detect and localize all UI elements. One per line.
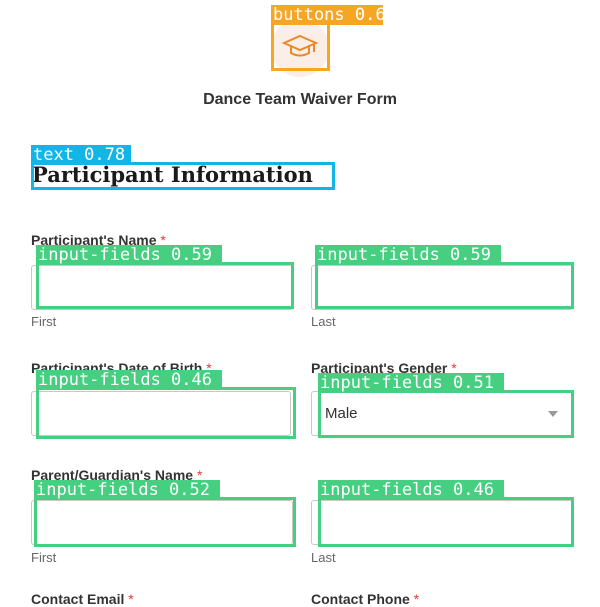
required-asterisk: * — [128, 591, 134, 607]
detection-box-guardian-first — [34, 497, 296, 547]
detection-box-logo-button — [271, 22, 330, 71]
required-asterisk: * — [413, 591, 420, 607]
detection-box-dob — [36, 387, 296, 439]
contact-email-label-text: Contact Email — [31, 591, 125, 607]
contact-email-label: Contact Email * — [31, 591, 134, 607]
detection-label-guardian-first: input-fields 0.52 — [34, 480, 220, 500]
last-sublabel: Last — [311, 550, 336, 565]
detection-label-section-text: text 0.78 — [31, 145, 131, 165]
detection-box-name-first — [36, 262, 294, 309]
detection-label-guardian-last: input-fields 0.46 — [318, 480, 504, 500]
detection-box-gender — [318, 390, 574, 438]
contact-phone-label-text: Contact Phone — [311, 591, 410, 607]
detection-label-name-first: input-fields 0.59 — [36, 245, 222, 265]
detection-box-section-text — [31, 162, 335, 190]
detection-label-name-last: input-fields 0.59 — [315, 245, 501, 265]
first-sublabel: First — [31, 314, 57, 329]
contact-phone-label: Contact Phone * — [311, 591, 419, 607]
form-title: Dance Team Waiver Form — [203, 91, 397, 108]
detection-box-guardian-last — [318, 497, 574, 547]
detection-label-gender: input-fields 0.51 — [318, 373, 504, 393]
last-sublabel: Last — [311, 314, 336, 329]
detection-box-name-last — [315, 262, 574, 309]
detection-label-logo-button: buttons 0.69 — [271, 5, 383, 25]
detection-label-dob: input-fields 0.46 — [36, 370, 222, 390]
first-sublabel: First — [31, 550, 57, 565]
